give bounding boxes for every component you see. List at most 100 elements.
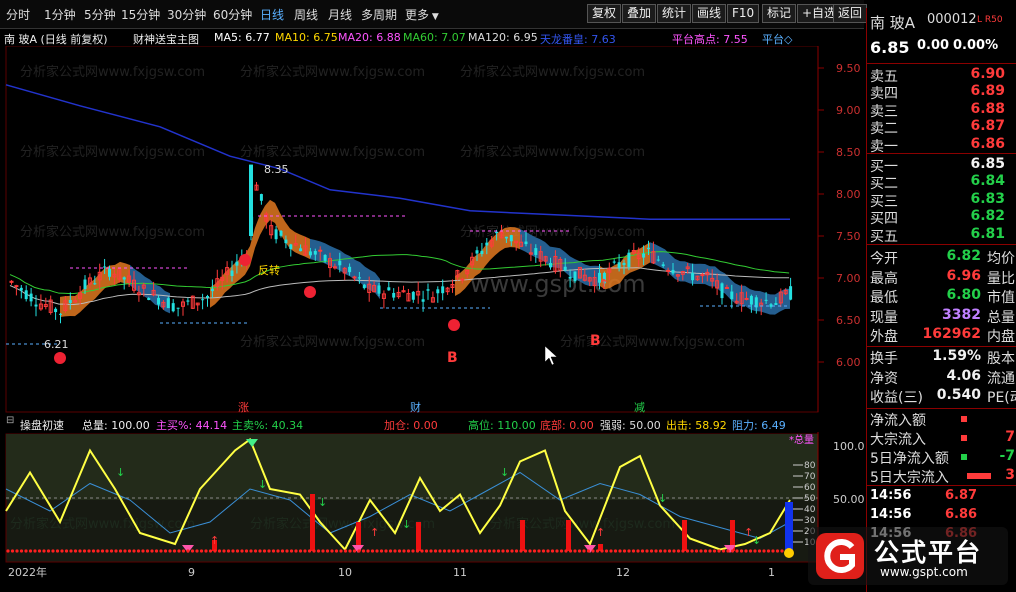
last-price: 6.85 bbox=[870, 38, 910, 57]
row-label: 收益(三) bbox=[870, 390, 923, 406]
settings-icon[interactable]: ⊟ bbox=[6, 415, 14, 426]
period-weekly[interactable]: 周线 bbox=[294, 6, 318, 23]
candle bbox=[181, 298, 185, 316]
dot bbox=[541, 549, 546, 553]
platform-toggle[interactable]: 平台◇ bbox=[762, 31, 792, 47]
period-fenshi[interactable]: 分时 bbox=[6, 6, 30, 23]
bottom-value: 底部: 0.00 bbox=[540, 419, 594, 432]
dot bbox=[168, 549, 172, 553]
platform-high-value: 平台高点: 7.55 bbox=[672, 33, 748, 46]
stat-row: 净资 4.06 流通 bbox=[867, 368, 1016, 389]
ma10-value: MA10: 6.75 bbox=[275, 31, 338, 44]
candle bbox=[54, 307, 58, 320]
watermark-text: 分析家公式网www.fxjgsw.com bbox=[240, 64, 425, 80]
dot bbox=[492, 549, 496, 553]
period-15min[interactable]: 15分钟 bbox=[121, 6, 160, 23]
main-buy-value: 主买%: 44.14 bbox=[156, 419, 228, 432]
dot bbox=[267, 549, 271, 553]
dot bbox=[447, 549, 451, 553]
down-arrow-icon: ↓ bbox=[116, 466, 125, 479]
dot bbox=[703, 549, 708, 553]
row-label: 今开 bbox=[870, 251, 898, 267]
up-arrow-icon: ↑ bbox=[596, 526, 605, 539]
stat-row: 最高 6.96 量比 bbox=[867, 268, 1016, 289]
watermark-text: 分析家公式网www.fxjgsw.com bbox=[460, 224, 645, 240]
draw-button[interactable]: 画线 bbox=[692, 4, 727, 23]
indicator-name[interactable]: 财神送宝主图 bbox=[133, 31, 199, 47]
row-label: 现量 bbox=[870, 309, 898, 326]
dot bbox=[753, 549, 757, 553]
flow-row: 净流入额 bbox=[867, 410, 1016, 431]
period-more[interactable]: 更多 ▼ bbox=[405, 6, 439, 23]
dot bbox=[343, 549, 348, 553]
dot bbox=[127, 549, 132, 553]
ribbon-band bbox=[650, 242, 790, 315]
dot bbox=[676, 549, 681, 553]
row-value: 3382 bbox=[942, 306, 981, 323]
row-side-label: PE(动 bbox=[987, 390, 1016, 406]
dot bbox=[55, 549, 60, 553]
dot bbox=[775, 549, 780, 553]
jian-marker: 减 bbox=[634, 401, 645, 414]
candle bbox=[190, 295, 195, 310]
row-value: 6.82 bbox=[970, 208, 1005, 225]
overlay-button[interactable]: 叠加 bbox=[622, 4, 657, 23]
fuquan-button[interactable]: 复权 bbox=[587, 4, 622, 23]
red-bar bbox=[566, 520, 571, 551]
emoji-icon bbox=[784, 548, 794, 558]
price-tick-label: 8.50 bbox=[836, 146, 861, 159]
dot bbox=[100, 549, 105, 553]
dot bbox=[64, 549, 69, 553]
date-12: 12 bbox=[616, 566, 630, 579]
dot bbox=[739, 549, 744, 553]
dot bbox=[622, 549, 627, 553]
scale-label: 30 bbox=[804, 516, 816, 526]
gspt-logo: 公式平台 www.gspt.com bbox=[808, 527, 1008, 585]
dot bbox=[636, 549, 640, 553]
period-5min[interactable]: 5分钟 bbox=[84, 6, 116, 23]
period-1min[interactable]: 1分钟 bbox=[44, 6, 76, 23]
stat-row: 现量 3382 总量 bbox=[867, 307, 1016, 328]
dot bbox=[379, 549, 384, 553]
candlestick-chart[interactable]: 9.50 9.00 8.50 8.00 7.50 7.00 6.50 6.00 分析家公式网w… bbox=[0, 46, 866, 414]
period-monthly[interactable]: 月线 bbox=[328, 6, 352, 23]
tick-price: 6.87 bbox=[945, 488, 978, 503]
dot bbox=[145, 549, 150, 553]
indicator-chart[interactable]: 100.0 50.00 *总量 8070605040302010 分析家公式网w… bbox=[0, 432, 866, 592]
buy-signal-b2: B bbox=[590, 333, 601, 349]
price-tick-label: 6.50 bbox=[836, 314, 861, 327]
stats-button[interactable]: 统计 bbox=[657, 4, 692, 23]
stat-row: 最低 6.80 市值 bbox=[867, 287, 1016, 308]
candle bbox=[259, 193, 263, 205]
dot bbox=[10, 549, 15, 553]
period-30min[interactable]: 30分钟 bbox=[167, 6, 206, 23]
row-value: 6.84 bbox=[970, 173, 1005, 190]
dot bbox=[645, 549, 649, 553]
indicator-title[interactable]: 操盘初速 bbox=[20, 417, 64, 433]
stock-header: 南 玻A 000012 L R50 bbox=[867, 12, 1016, 33]
stat-row: 换手 1.59% 股本 bbox=[867, 348, 1016, 369]
dot bbox=[685, 549, 690, 553]
high-label: 8.35 bbox=[264, 163, 289, 176]
row-value: 162962 bbox=[922, 326, 981, 342]
candle bbox=[166, 296, 170, 309]
dot bbox=[496, 549, 501, 553]
dot bbox=[694, 549, 699, 553]
back-button[interactable]: 返回 bbox=[833, 4, 868, 23]
candle bbox=[436, 286, 440, 303]
f10-button[interactable]: F10 bbox=[727, 4, 760, 23]
dot bbox=[33, 549, 37, 553]
mark-button[interactable]: 标记 bbox=[762, 4, 797, 23]
period-multi[interactable]: 多周期 bbox=[361, 6, 397, 23]
low-label: 6.21 bbox=[44, 338, 69, 351]
tick-time: 14:56 bbox=[870, 507, 912, 522]
dot bbox=[28, 549, 33, 553]
dot bbox=[420, 549, 424, 553]
top-toolbar: 分时 1分钟 5分钟 15分钟 30分钟 60分钟 日线 周线 月线 多周期 更… bbox=[0, 0, 868, 29]
dot bbox=[330, 549, 334, 553]
period-60min[interactable]: 60分钟 bbox=[213, 6, 252, 23]
candle bbox=[38, 294, 43, 311]
period-daily[interactable]: 日线 bbox=[260, 6, 284, 23]
row-label: 外盘 bbox=[870, 329, 898, 345]
row-value: 6.87 bbox=[970, 118, 1005, 135]
